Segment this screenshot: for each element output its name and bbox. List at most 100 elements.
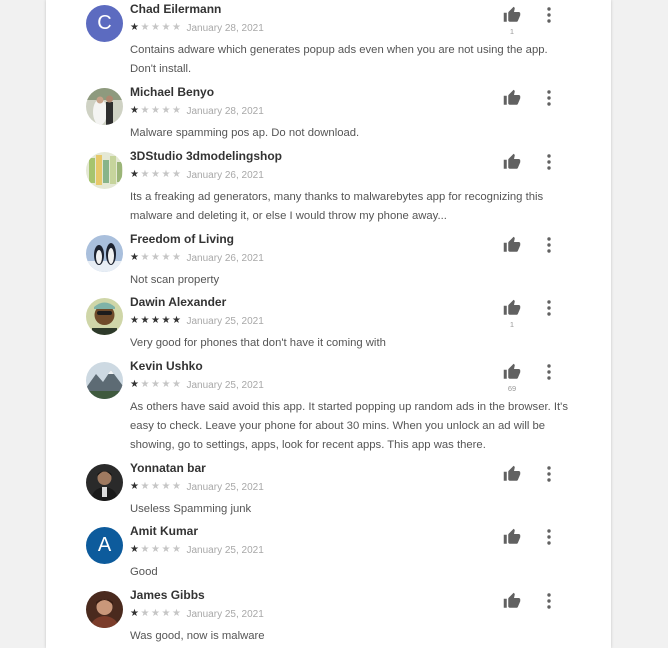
review-item: Kevin Ushko ★ ★ ★ ★ ★ January 25, 2021 As ot… xyxy=(46,357,611,457)
star-empty-icon: ★ xyxy=(151,22,160,33)
review-meta: ★ ★ ★ ★ ★ January 28, 2021 xyxy=(130,22,264,34)
star-empty-icon: ★ xyxy=(140,105,150,116)
avatar[interactable] xyxy=(86,362,123,399)
review-date: January 26, 2021 xyxy=(186,252,264,264)
thumbs-up-icon[interactable] xyxy=(503,6,521,24)
review-date: January 26, 2021 xyxy=(186,169,264,181)
review-meta: ★ ★ ★ ★ ★ January 25, 2021 xyxy=(130,481,264,493)
star-rating: ★ ★ ★ ★ ★ xyxy=(130,545,183,555)
avatar[interactable] xyxy=(86,298,123,335)
star-empty-icon: ★ xyxy=(140,608,150,619)
colorful-photo-avatar xyxy=(86,152,123,189)
star-empty-icon: ★ xyxy=(140,481,150,492)
star-rating: ★ ★ ★ ★ ★ xyxy=(130,106,183,116)
more-options-icon[interactable] xyxy=(542,6,556,24)
thumbs-up-icon[interactable] xyxy=(503,153,521,171)
helpful-count: 69 xyxy=(507,384,517,393)
star-rating: ★ ★ ★ ★ ★ xyxy=(130,23,183,33)
review-text: Very good for phones that don't have it … xyxy=(130,337,386,349)
avatar[interactable] xyxy=(86,152,123,189)
more-options-icon[interactable] xyxy=(542,299,556,317)
review-text: Its a freaking ad generators, many thank… xyxy=(130,191,544,222)
review-item: James Gibbs ★ ★ ★ ★ ★ January 25, 2021 Was g… xyxy=(46,586,611,648)
review-meta: ★ ★ ★ ★ ★ January 26, 2021 xyxy=(130,252,264,264)
more-options-icon[interactable] xyxy=(542,592,556,610)
star-rating: ★ ★ ★ ★ ★ xyxy=(130,253,183,263)
avatar[interactable] xyxy=(86,235,123,272)
penguins-photo-avatar xyxy=(86,235,123,272)
review-item: Yonnatan bar ★ ★ ★ ★ ★ January 25, 2021 Usel… xyxy=(46,459,611,521)
thumbs-up-icon[interactable] xyxy=(503,89,521,107)
review-date: January 25, 2021 xyxy=(186,481,264,493)
reviewer-name: Freedom of Living xyxy=(130,232,235,246)
star-filled-icon: ★ xyxy=(130,252,139,263)
more-options-icon[interactable] xyxy=(542,363,556,381)
star-rating: ★ ★ ★ ★ ★ xyxy=(130,170,183,180)
more-options-icon[interactable] xyxy=(542,528,556,546)
reviewer-name: Kevin Ushko xyxy=(130,359,203,373)
star-filled-icon: ★ xyxy=(130,105,139,116)
star-empty-icon: ★ xyxy=(161,22,171,33)
review-item: A Amit Kumar ★ ★ ★ ★ ★ January 25, 2021 Good xyxy=(46,522,611,585)
thumbs-up-icon[interactable] xyxy=(503,363,521,381)
reviews-card: C Chad Eilermann ★ ★ ★ ★ ★ January 28, 2021 … xyxy=(46,0,611,648)
reviewer-name: Dawin Alexander xyxy=(130,295,227,309)
star-empty-icon: ★ xyxy=(151,252,160,263)
more-options-icon[interactable] xyxy=(542,153,556,171)
star-empty-icon: ★ xyxy=(172,105,181,116)
star-filled-icon: ★ xyxy=(140,315,150,326)
star-empty-icon: ★ xyxy=(140,544,150,555)
reviewer-name: Chad Eilermann xyxy=(130,2,222,16)
avatar[interactable] xyxy=(86,591,123,628)
thumbs-up-icon[interactable] xyxy=(503,299,521,317)
star-empty-icon: ★ xyxy=(172,544,181,555)
review-item: Freedom of Living ★ ★ ★ ★ ★ January 26, 2021… xyxy=(46,230,611,291)
more-options-icon[interactable] xyxy=(542,236,556,254)
star-rating: ★ ★ ★ ★ ★ xyxy=(130,482,183,492)
review-date: January 28, 2021 xyxy=(186,105,264,117)
star-filled-icon: ★ xyxy=(130,169,139,180)
review-item: Dawin Alexander ★ ★ ★ ★ ★ January 25, 2021 V… xyxy=(46,293,611,356)
reviewer-name: Michael Benyo xyxy=(130,85,215,99)
thumbs-up-icon[interactable] xyxy=(503,465,521,483)
review-date: January 25, 2021 xyxy=(186,315,264,327)
star-empty-icon: ★ xyxy=(151,169,160,180)
star-empty-icon: ★ xyxy=(140,252,150,263)
avatar[interactable]: C xyxy=(86,5,123,42)
more-options-icon[interactable] xyxy=(542,465,556,483)
review-meta: ★ ★ ★ ★ ★ January 25, 2021 xyxy=(130,379,264,391)
star-empty-icon: ★ xyxy=(151,608,160,619)
star-filled-icon: ★ xyxy=(130,544,139,555)
avatar[interactable] xyxy=(86,464,123,501)
review-date: January 28, 2021 xyxy=(186,22,264,34)
review-meta: ★ ★ ★ ★ ★ January 25, 2021 xyxy=(130,608,264,620)
star-empty-icon: ★ xyxy=(172,169,181,180)
star-empty-icon: ★ xyxy=(172,608,181,619)
review-text: As others have said avoid this app. It s… xyxy=(130,401,568,451)
thumbs-up-icon[interactable] xyxy=(503,236,521,254)
more-options-icon[interactable] xyxy=(542,89,556,107)
review-text: Useless Spamming junk xyxy=(130,503,252,515)
star-filled-icon: ★ xyxy=(172,315,181,326)
person-photo-avatar xyxy=(86,591,123,628)
star-empty-icon: ★ xyxy=(172,481,181,492)
review-item: Michael Benyo ★ ★ ★ ★ ★ January 28, 2021 Mal… xyxy=(46,83,611,146)
review-date: January 25, 2021 xyxy=(186,608,264,620)
star-empty-icon: ★ xyxy=(161,252,171,263)
thumbs-up-icon[interactable] xyxy=(503,592,521,610)
star-empty-icon: ★ xyxy=(161,544,171,555)
avatar-letter: C xyxy=(97,12,112,34)
avatar[interactable] xyxy=(86,88,123,125)
star-filled-icon: ★ xyxy=(161,315,171,326)
star-rating: ★ ★ ★ ★ ★ xyxy=(130,609,183,619)
person-photo-avatar xyxy=(86,298,123,335)
star-rating: ★ ★ ★ ★ ★ xyxy=(130,380,183,390)
star-empty-icon: ★ xyxy=(172,22,181,33)
review-date: January 25, 2021 xyxy=(186,379,264,391)
star-rating: ★ ★ ★ ★ ★ xyxy=(130,316,183,326)
reviewer-name: Amit Kumar xyxy=(130,524,199,538)
avatar[interactable]: A xyxy=(86,527,123,564)
review-item: 3DStudio 3dmodelingshop ★ ★ ★ ★ ★ January 26… xyxy=(46,147,611,229)
star-filled-icon: ★ xyxy=(130,481,139,492)
thumbs-up-icon[interactable] xyxy=(503,528,521,546)
